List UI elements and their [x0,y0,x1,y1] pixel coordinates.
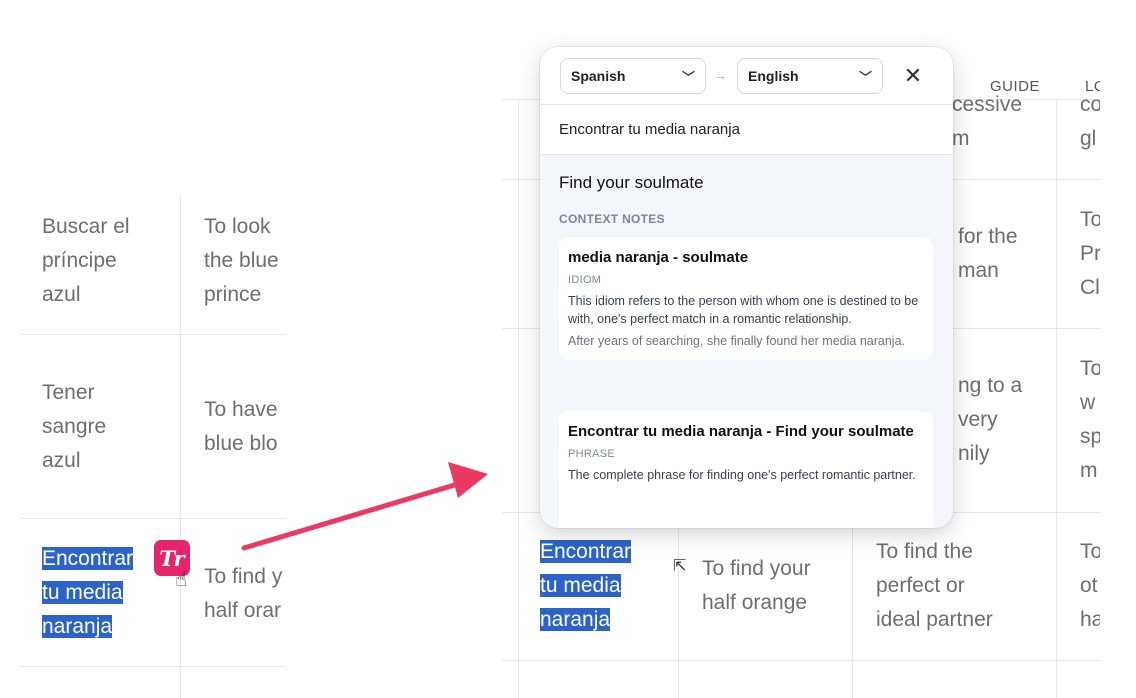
mouse-pointer-icon: ⇱ [673,558,687,575]
note-description: This idiom refers to the person with who… [568,294,919,326]
note-heading: Encontrar tu media naranja - Find your s… [568,423,914,440]
source-text-area[interactable]: Encontrar tu media naranja [540,104,953,155]
definition-cell: cessive m [952,93,1023,150]
selected-phrase[interactable]: Encontrar tu media naranja [540,535,632,637]
translation-text: Find your soulmate [559,173,704,192]
chevron-down-icon: ﹀ [858,69,872,85]
target-language-select[interactable]: English ﹀ [737,58,883,94]
usage-cell: co gl [1080,93,1100,150]
note-type: PHRASE [568,448,616,460]
note-heading: media naranja - soulmate [568,249,749,266]
usage-cell: To ot ha [1080,540,1100,631]
source-language-select[interactable]: Spanish ﹀ [560,58,706,94]
source-language-label: Spanish [571,68,626,84]
close-icon[interactable]: ✕ [902,65,924,87]
definition-cell: To find the perfect or ideal partner [876,540,993,631]
note-description: The complete phrase for finding one's pe… [568,468,916,482]
target-language-label: English [748,68,799,84]
usage-cell: To w sp m [1080,357,1100,482]
translation-result: Find your soulmate CONTEXT NOTES media n… [540,155,953,528]
context-note-card: media naranja - soulmate IDIOM This idio… [559,237,933,360]
source-text: Encontrar tu media naranja [559,121,740,138]
definition-cell: for the man [958,225,1018,282]
note-example: After years of searching, she finally fo… [568,334,905,348]
usage-cell: To Pr Cl [1080,208,1100,299]
note-type: IDIOM [568,274,602,286]
definition-cell: ng to a very nily [958,374,1023,465]
context-note-card: Encontrar tu media naranja - Find your s… [559,411,933,528]
chevron-down-icon: ﹀ [681,69,695,85]
english-cell: To find your half orange [702,557,811,614]
context-notes-heading: CONTEXT NOTES [559,212,665,226]
direction-arrow-icon: → [713,67,727,83]
translation-popup: Spanish ﹀ → English ﹀ ✕ Encontrar tu med… [540,47,953,528]
